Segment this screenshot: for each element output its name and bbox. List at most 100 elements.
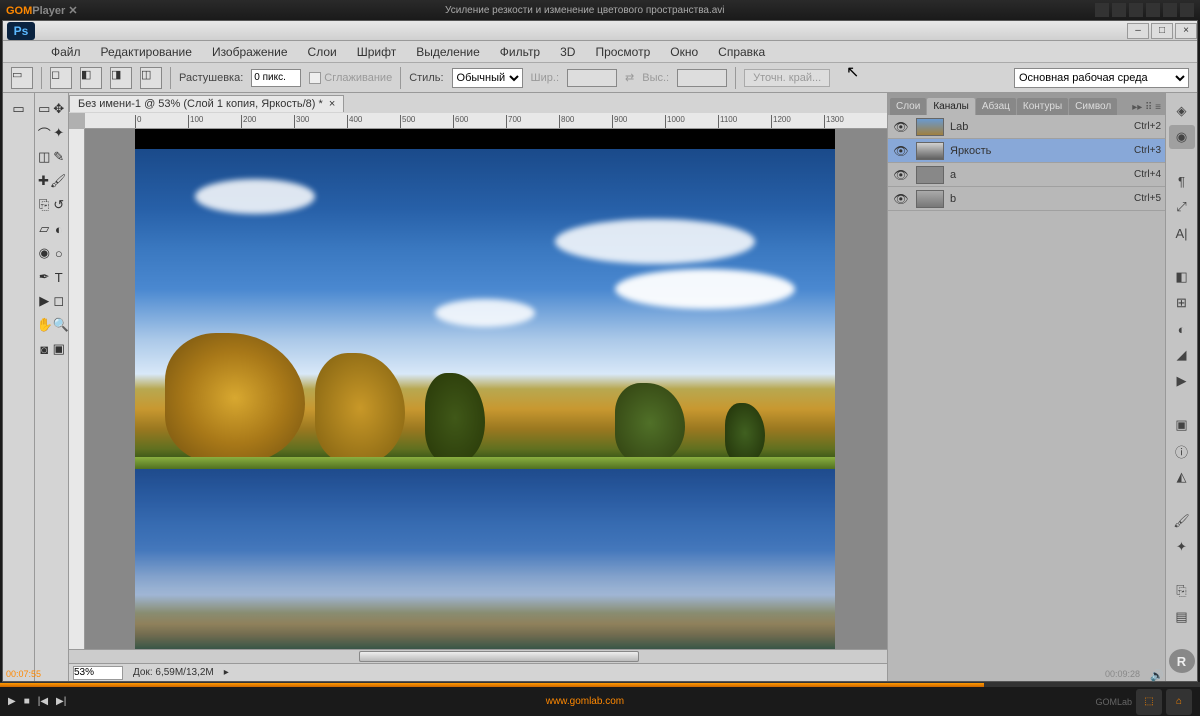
minibridge-icon[interactable]: R [1169, 649, 1195, 673]
shape-tool-icon[interactable]: ◻ [52, 290, 67, 312]
color-panel-icon[interactable]: ◧ [1169, 265, 1195, 289]
gradient-tool-icon[interactable]: ◐ [52, 218, 67, 240]
blur-tool-icon[interactable]: ◉ [37, 242, 52, 264]
sel-add-icon[interactable]: ◧ [80, 67, 102, 89]
menu-Шрифт[interactable]: Шрифт [349, 43, 404, 61]
dodge-tool-icon[interactable]: ○ [52, 242, 67, 264]
channels-panel-icon[interactable]: ◉ [1169, 125, 1195, 149]
eyedropper-tool-icon[interactable]: ✎ [52, 146, 67, 168]
gom-max[interactable] [1163, 3, 1177, 17]
channel-row-a[interactable]: 👁aCtrl+4 [888, 163, 1165, 187]
ps-close-button[interactable]: × [1175, 23, 1197, 39]
visibility-icon[interactable]: 👁 [892, 192, 910, 206]
lasso-tool-icon[interactable]: ⌒ [37, 122, 52, 144]
prev-button[interactable]: |◀ [38, 696, 48, 707]
zoom-tool-icon[interactable]: 🔍 [53, 314, 69, 336]
gom-btn-1[interactable] [1095, 3, 1109, 17]
menu-Файл[interactable]: Файл [43, 43, 89, 61]
gom-min[interactable] [1146, 3, 1160, 17]
next-button[interactable]: ▶| [56, 696, 66, 707]
marquee-tool-icon[interactable]: ▭ [37, 98, 52, 120]
stop-button[interactable]: ■ [24, 696, 30, 707]
quickmask-icon[interactable]: ◙ [37, 338, 52, 360]
panel-menu-icon[interactable]: ▸▸ ⠿ ≡ [1130, 100, 1163, 115]
eraser-tool-icon[interactable]: ▱ [37, 218, 52, 240]
info-panel-icon[interactable]: ⓘ [1169, 439, 1195, 463]
histogram-panel-icon[interactable]: ◭ [1169, 465, 1195, 489]
menu-Редактирование[interactable]: Редактирование [93, 43, 200, 61]
swap-icon[interactable]: ⇄ [625, 71, 634, 84]
history-brush-icon[interactable]: ↺ [52, 194, 67, 216]
visibility-icon[interactable]: 👁 [892, 144, 910, 158]
notes-panel-icon[interactable]: ▤ [1169, 605, 1195, 629]
workspace-select[interactable]: Основная рабочая среда [1014, 68, 1189, 88]
height-input[interactable] [677, 69, 727, 87]
menu-Изображение[interactable]: Изображение [204, 43, 296, 61]
menu-Окно[interactable]: Окно [662, 43, 706, 61]
panel-tab-1[interactable]: Каналы [927, 98, 975, 115]
width-input[interactable] [567, 69, 617, 87]
path-select-icon[interactable]: ▶ [37, 290, 52, 312]
channel-row-Яркость[interactable]: 👁ЯркостьCtrl+3 [888, 139, 1165, 163]
ps-max-button[interactable]: □ [1151, 23, 1173, 39]
brushpreset-panel-icon[interactable]: ✦ [1169, 535, 1195, 559]
panel-tab-4[interactable]: Символ [1069, 98, 1117, 115]
brush-panel-icon[interactable]: 🖌 [1169, 509, 1195, 533]
open-button[interactable]: ⬚ [1136, 689, 1162, 715]
h-scrollbar[interactable] [69, 649, 887, 663]
ps-min-button[interactable]: – [1127, 23, 1149, 39]
paragraph-panel-icon[interactable]: ¶ [1169, 169, 1195, 193]
feather-input[interactable] [251, 69, 301, 87]
gom-url[interactable]: www.gomlab.com [74, 696, 1095, 707]
crop-tool-icon[interactable]: ◫ [37, 146, 52, 168]
panel-tab-3[interactable]: Контуры [1017, 98, 1068, 115]
gom-close[interactable] [1180, 3, 1194, 17]
screen-mode-icon[interactable]: ▭ [6, 98, 32, 120]
sel-new-icon[interactable]: ◻ [50, 67, 72, 89]
panel-tab-0[interactable]: Слои [890, 98, 926, 115]
menu-Просмотр[interactable]: Просмотр [587, 43, 658, 61]
clone-panel-icon[interactable]: ⎘ [1169, 579, 1195, 603]
style-select[interactable]: Обычный [452, 68, 523, 88]
type-tool-icon[interactable]: T [52, 266, 67, 288]
adjustments-panel-icon[interactable]: ◢ [1169, 343, 1195, 367]
wand-tool-icon[interactable]: ✦ [52, 122, 67, 144]
menu-Фильтр[interactable]: Фильтр [492, 43, 548, 61]
canvas[interactable] [85, 129, 887, 649]
home-button[interactable]: ⌂ [1166, 689, 1192, 715]
transform-panel-icon[interactable]: ⤢ [1169, 195, 1195, 219]
visibility-icon[interactable]: 👁 [892, 120, 910, 134]
heal-tool-icon[interactable]: ✚ [37, 170, 50, 192]
stamp-tool-icon[interactable]: ⎘ [37, 194, 52, 216]
marquee-tool-preset-icon[interactable]: ▭ [11, 67, 33, 89]
zoom-input[interactable] [73, 666, 123, 680]
doc-info-arrow-icon[interactable]: ▸ [224, 667, 229, 678]
menu-Выделение[interactable]: Выделение [408, 43, 488, 61]
hand-tool-icon[interactable]: ✋ [37, 314, 53, 336]
screenmode-icon[interactable]: ▣ [52, 338, 67, 360]
volume-icon[interactable]: 🔊 [1150, 669, 1164, 682]
styles-panel-icon[interactable]: ◐ [1169, 317, 1195, 341]
sel-intersect-icon[interactable]: ◫ [140, 67, 162, 89]
document-tab[interactable]: Без имени-1 @ 53% (Слой 1 копия, Яркость… [69, 95, 344, 112]
refine-edge-button[interactable]: Уточн. край... [744, 69, 830, 87]
progress-bar[interactable] [0, 683, 1200, 687]
character-panel-icon[interactable]: A| [1169, 221, 1195, 245]
antialias-checkbox[interactable] [309, 72, 321, 84]
actions-panel-icon[interactable]: ▶ [1169, 369, 1195, 393]
swatches-panel-icon[interactable]: ⊞ [1169, 291, 1195, 315]
pen-tool-icon[interactable]: ✒ [37, 266, 52, 288]
menu-Справка[interactable]: Справка [710, 43, 773, 61]
gom-btn-2[interactable] [1112, 3, 1126, 17]
panel-tab-2[interactable]: Абзац [976, 98, 1016, 115]
menu-3D[interactable]: 3D [552, 43, 583, 61]
navigator-panel-icon[interactable]: ▣ [1169, 413, 1195, 437]
sel-sub-icon[interactable]: ◨ [110, 67, 132, 89]
channel-row-Lab[interactable]: 👁LabCtrl+2 [888, 115, 1165, 139]
channel-row-b[interactable]: 👁bCtrl+5 [888, 187, 1165, 211]
move-tool-icon[interactable]: ✥ [52, 98, 67, 120]
brush-tool-icon[interactable]: 🖌 [50, 170, 66, 192]
menu-Слои[interactable]: Слои [300, 43, 345, 61]
play-button[interactable]: ▶ [8, 696, 16, 707]
visibility-icon[interactable]: 👁 [892, 168, 910, 182]
